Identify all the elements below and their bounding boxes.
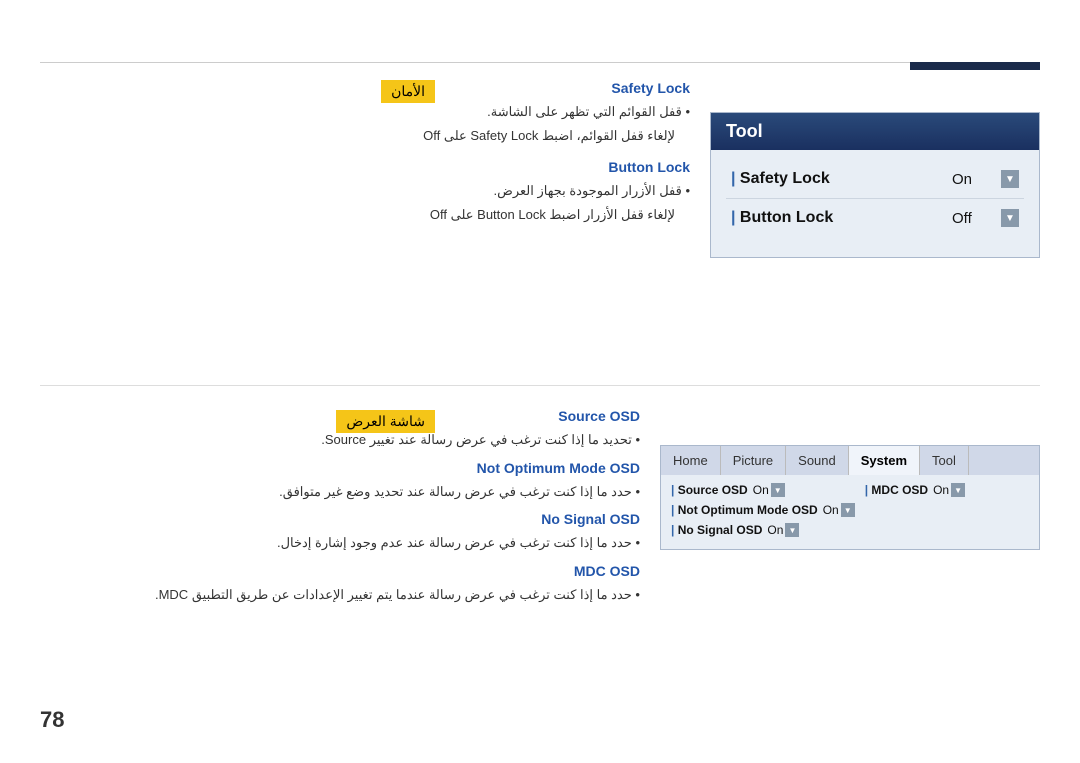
source-osd-value: On (753, 483, 769, 497)
osd-body: Source OSD On ▼ Not Optimum Mode OSD On … (661, 475, 1039, 549)
tool-panel-body: Safety Lock On ▼ Button Lock Off ▼ (711, 150, 1039, 257)
source-osd-label: Source OSD (671, 483, 748, 497)
osd-panel: Home Picture Sound System Tool Source OS… (660, 445, 1040, 550)
nav-picture[interactable]: Picture (721, 446, 786, 475)
tool-panel: Tool Safety Lock On ▼ Button Lock Off ▼ (710, 112, 1040, 258)
arabic-content-bottom: Source OSD • تحديد ما إذا كنت ترغب في عر… (40, 408, 640, 608)
safety-lock-dropdown[interactable]: On ▼ (952, 170, 1019, 188)
no-signal-label: No Signal OSD (671, 523, 762, 537)
no-signal-dropdown[interactable]: On ▼ (767, 523, 799, 537)
safety-lock-sub-text: لإلغاء قفل القوائم، اضبط Safety Lock على… (423, 128, 675, 143)
mdc-osd-dropdown[interactable]: On ▼ (933, 483, 965, 497)
safety-lock-title: Safety Lock (40, 80, 690, 96)
tool-panel-header: Tool (711, 113, 1039, 150)
button-lock-value: Off (952, 210, 997, 227)
button-lock-bullet1: • قفل الأزرار الموجودة بجهاز العرض. (40, 181, 690, 201)
not-optimum-label: Not Optimum Mode OSD (671, 503, 818, 517)
source-osd-dropdown[interactable]: On ▼ (753, 483, 785, 497)
button-lock-dropdown[interactable]: Off ▼ (952, 209, 1019, 227)
mdc-osd-value: On (933, 483, 949, 497)
safety-lock-row: Safety Lock On ▼ (726, 160, 1024, 199)
page-number: 78 (40, 707, 64, 733)
safety-lock-arrow-icon[interactable]: ▼ (1001, 170, 1019, 188)
nav-system[interactable]: System (849, 446, 920, 475)
mdc-osd-title: MDC OSD (40, 563, 640, 579)
osd-left-col: Source OSD On ▼ Not Optimum Mode OSD On … (671, 483, 855, 537)
mdc-osd-arrow-icon[interactable]: ▼ (951, 483, 965, 497)
no-signal-row: No Signal OSD On ▼ (671, 523, 855, 537)
safety-lock-sub: لإلغاء قفل القوائم، اضبط Safety Lock على… (40, 126, 675, 146)
nav-sound[interactable]: Sound (786, 446, 849, 475)
not-optimum-dropdown[interactable]: On ▼ (823, 503, 855, 517)
not-optimum-arrow-icon[interactable]: ▼ (841, 503, 855, 517)
button-lock-title: Button Lock (40, 159, 690, 175)
no-signal-title: No Signal OSD (40, 511, 640, 527)
right-accent-bar (910, 62, 1040, 70)
button-lock-sub-text: لإلغاء قفل الأزرار اضبط Button Lock على … (430, 207, 675, 222)
osd-right-col: MDC OSD On ▼ (865, 483, 1029, 537)
not-optimum-title: Not Optimum Mode OSD (40, 460, 640, 476)
mdc-osd-label: MDC OSD (865, 483, 928, 497)
no-signal-arrow-icon[interactable]: ▼ (785, 523, 799, 537)
osd-nav: Home Picture Sound System Tool (661, 446, 1039, 475)
no-signal-bullet: • حدد ما إذا كنت ترغب في عرض رسالة عند ع… (40, 533, 640, 553)
arabic-content-top: Safety Lock • قفل القوائم التي تظهر على … (40, 80, 690, 228)
source-osd-title: Source OSD (40, 408, 640, 424)
button-lock-arrow-icon[interactable]: ▼ (1001, 209, 1019, 227)
safety-lock-bullet1: • قفل القوائم التي تظهر على الشاشة. (40, 102, 690, 122)
nav-home[interactable]: Home (661, 446, 721, 475)
mdc-osd-bullet: • حدد ما إذا كنت ترغب في عرض رسالة عندما… (40, 585, 640, 605)
button-lock-label: Button Lock (731, 209, 833, 227)
source-osd-bullet: • تحديد ما إذا كنت ترغب في عرض رسالة عند… (40, 430, 640, 450)
nav-tool[interactable]: Tool (920, 446, 969, 475)
button-lock-sub: لإلغاء قفل الأزرار اضبط Button Lock على … (40, 205, 675, 225)
top-separator (40, 62, 1040, 63)
not-optimum-row: Not Optimum Mode OSD On ▼ (671, 503, 855, 517)
not-optimum-value: On (823, 503, 839, 517)
no-signal-value: On (767, 523, 783, 537)
safety-lock-value: On (952, 171, 997, 188)
button-lock-row: Button Lock Off ▼ (726, 199, 1024, 237)
safety-lock-label: Safety Lock (731, 170, 830, 188)
mdc-osd-row: MDC OSD On ▼ (865, 483, 1029, 497)
source-osd-arrow-icon[interactable]: ▼ (771, 483, 785, 497)
source-osd-row: Source OSD On ▼ (671, 483, 855, 497)
not-optimum-bullet: • حدد ما إذا كنت ترغب في عرض رسالة عند ت… (40, 482, 640, 502)
section-divider (40, 385, 1040, 386)
